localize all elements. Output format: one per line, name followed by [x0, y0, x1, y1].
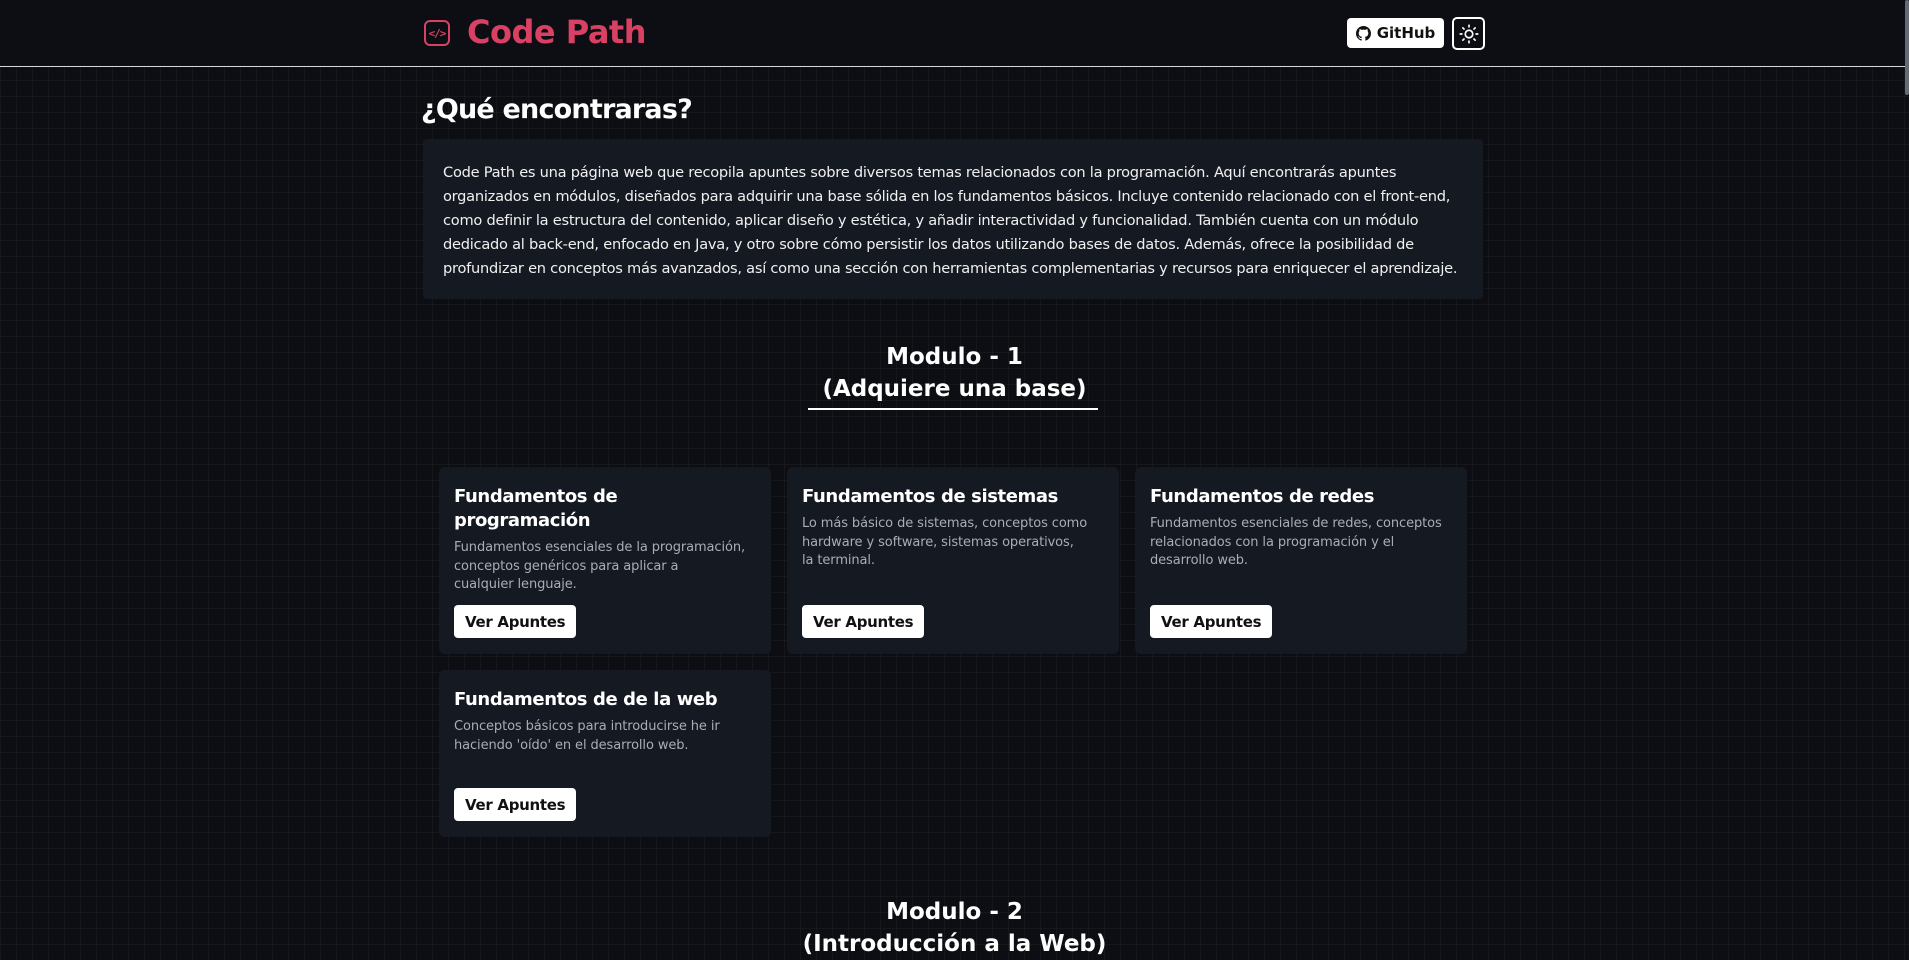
- module-1-underline: [808, 408, 1098, 410]
- code-brackets-icon[interactable]: </>: [424, 20, 450, 46]
- module-1-heading: Modulo - 1 (Adquiere una base): [0, 341, 1909, 405]
- github-button-label: GitHub: [1376, 24, 1436, 42]
- module-1-title: Modulo - 1: [886, 344, 1023, 370]
- card-title: Fundamentos de de la web: [454, 689, 718, 710]
- card-programacion: Fundamentos de programación Fundamentos …: [439, 467, 771, 654]
- module-2-title: Modulo - 2: [886, 899, 1023, 925]
- theme-toggle-button[interactable]: [1452, 17, 1485, 50]
- ver-apuntes-button[interactable]: Ver Apuntes: [802, 605, 925, 638]
- scrollbar-thumb[interactable]: [1905, 0, 1909, 95]
- module-2-subtitle: (Introducción a la Web): [802, 931, 1107, 957]
- page-scrollbar[interactable]: [1903, 0, 1909, 950]
- intro-panel: Code Path es una página web que recopila…: [423, 139, 1483, 299]
- card-title: Fundamentos de sistemas: [802, 486, 1058, 507]
- card-description: Fundamentos esenciales de la programació…: [454, 540, 746, 592]
- github-icon: [1355, 25, 1371, 41]
- github-button[interactable]: GitHub: [1347, 18, 1444, 48]
- ver-apuntes-button[interactable]: Ver Apuntes: [1150, 605, 1273, 638]
- card-title: Fundamentos de redes: [1150, 486, 1375, 507]
- ver-apuntes-button[interactable]: Ver Apuntes: [454, 788, 577, 821]
- intro-title: ¿Qué encontraras?: [421, 94, 693, 125]
- card-web: Fundamentos de de la web Conceptos básic…: [439, 670, 771, 837]
- card-description: Lo más básico de sistemas, conceptos com…: [802, 516, 1088, 568]
- sun-icon: [1458, 23, 1479, 44]
- card-sistemas: Fundamentos de sistemas Lo más básico de…: [787, 467, 1119, 654]
- module-2-heading: Modulo - 2 (Introducción a la Web): [0, 896, 1909, 960]
- card-redes: Fundamentos de redes Fundamentos esencia…: [1135, 467, 1467, 654]
- card-description: Fundamentos esenciales de redes, concept…: [1150, 516, 1442, 568]
- card-title: Fundamentos de programación: [454, 486, 618, 531]
- top-navbar: </> Code Path GitHub: [0, 0, 1909, 67]
- ver-apuntes-button[interactable]: Ver Apuntes: [454, 605, 577, 638]
- card-description: Conceptos básicos para introducirse he i…: [454, 719, 720, 753]
- module-1-subtitle: (Adquiere una base): [822, 376, 1087, 402]
- intro-text: Code Path es una página web que recopila…: [443, 164, 1458, 277]
- site-logo-text[interactable]: Code Path: [467, 12, 646, 52]
